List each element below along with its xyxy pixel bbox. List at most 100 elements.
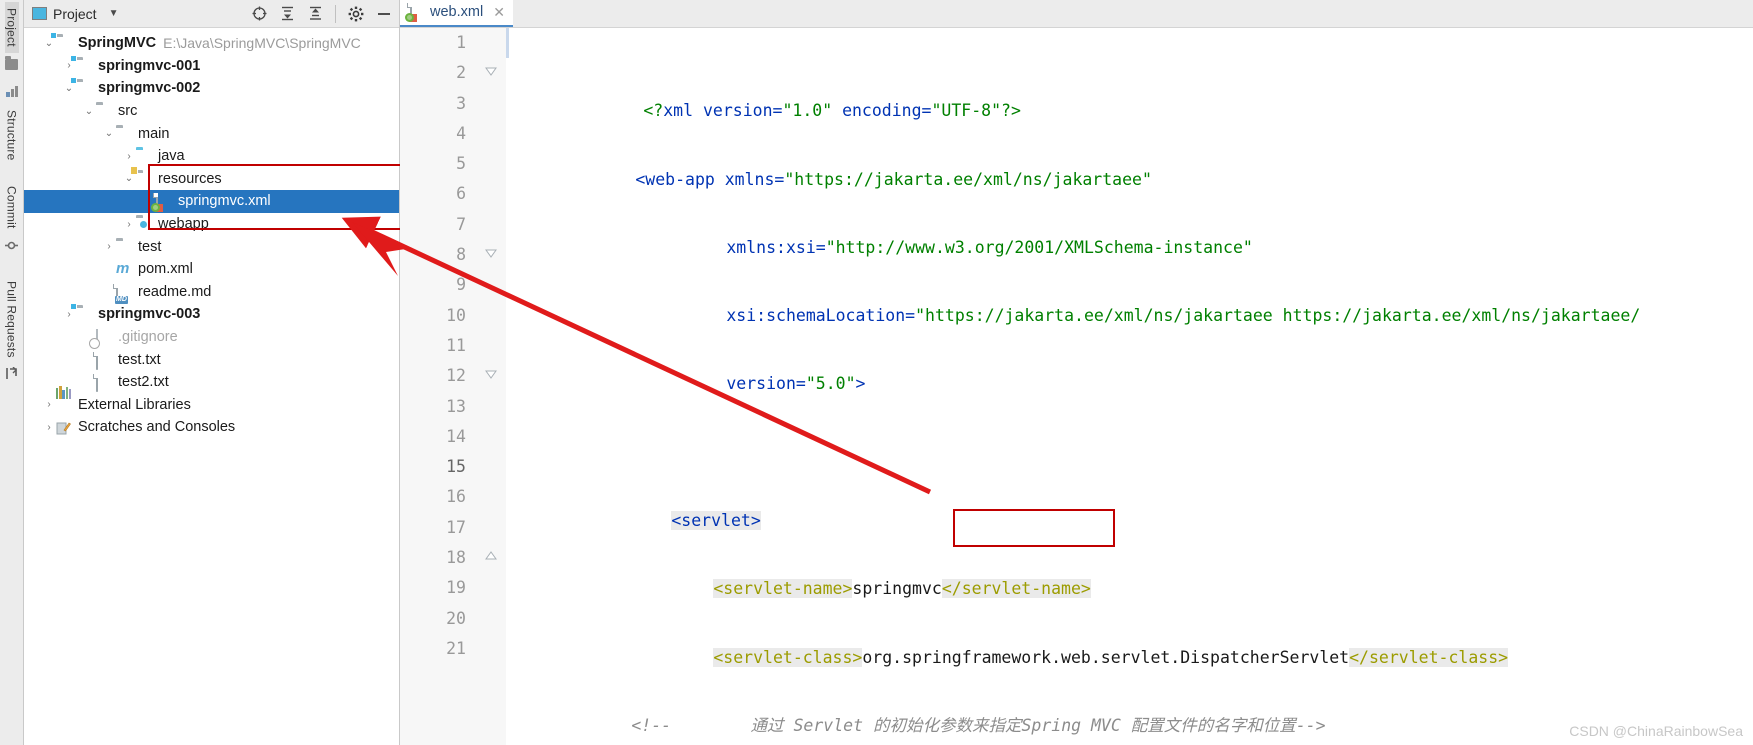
tree-row-springmvc[interactable]: ⌄ SpringMVC E:\Java\SpringMVC\SpringMVC bbox=[24, 32, 399, 55]
hide-panel-icon[interactable] bbox=[373, 3, 395, 25]
code-token: </servlet-name> bbox=[942, 579, 1091, 598]
text-file-icon bbox=[96, 352, 113, 368]
watermark-text: CSDN @ChinaRainbowSea bbox=[1569, 723, 1743, 739]
code-token: <servlet-class> bbox=[713, 648, 862, 667]
code-token: "https://jakarta.ee/xml/ns/jakartaee" bbox=[784, 170, 1152, 189]
fold-marker-line17[interactable] bbox=[484, 549, 498, 568]
project-tree: ⌄ SpringMVC E:\Java\SpringMVC\SpringMVC … bbox=[24, 28, 399, 439]
fold-marker-line11[interactable] bbox=[484, 368, 498, 387]
sidebar-tab-project[interactable]: Project bbox=[5, 2, 19, 53]
code-token: ?> bbox=[1001, 101, 1021, 120]
line-number: 14 bbox=[400, 422, 476, 452]
module-folder-icon bbox=[76, 58, 93, 74]
line-number: 11 bbox=[400, 331, 476, 361]
tree-label: java bbox=[158, 148, 185, 164]
tree-row-springmvc-002[interactable]: ⌄ springmvc-002 bbox=[24, 77, 399, 100]
chevron-down-icon[interactable]: ⌄ bbox=[122, 173, 136, 184]
code-token: springmvc bbox=[852, 579, 941, 598]
code-token: <!-- 通过 Servlet 的初始化参数来指定Spring MVC 配置文件… bbox=[631, 716, 1325, 735]
chevron-down-icon[interactable]: ⌄ bbox=[102, 128, 116, 139]
tree-row-gitignore[interactable]: › .gitignore bbox=[24, 326, 399, 349]
chevron-right-icon[interactable]: › bbox=[42, 422, 56, 433]
tree-label: pom.xml bbox=[138, 261, 193, 277]
project-strip-folder-icon bbox=[5, 59, 18, 70]
tree-label: src bbox=[118, 103, 137, 119]
code-folding-gutter[interactable] bbox=[476, 28, 506, 745]
toolbar-divider bbox=[335, 5, 336, 23]
code-token: xmlns= bbox=[725, 170, 785, 189]
tree-row-java[interactable]: › java bbox=[24, 145, 399, 168]
code-token: version= bbox=[703, 101, 782, 120]
caret-line-marker bbox=[506, 28, 509, 58]
collapse-all-icon[interactable] bbox=[304, 3, 326, 25]
fold-marker-line2[interactable] bbox=[484, 65, 498, 84]
close-icon[interactable]: ✕ bbox=[493, 4, 505, 21]
structure-icon bbox=[6, 84, 18, 102]
tree-row-test-txt[interactable]: › test.txt bbox=[24, 348, 399, 371]
select-opened-file-icon[interactable] bbox=[248, 3, 270, 25]
xml-file-icon bbox=[410, 4, 424, 20]
chevron-right-icon[interactable]: › bbox=[122, 151, 136, 162]
chevron-right-icon[interactable]: › bbox=[122, 219, 136, 230]
tree-row-test2-txt[interactable]: › test2.txt bbox=[24, 371, 399, 394]
editor-tab-web-xml[interactable]: web.xml ✕ bbox=[400, 0, 513, 27]
line-number: 6 bbox=[400, 179, 476, 209]
chevron-down-icon[interactable]: ⌄ bbox=[42, 38, 56, 49]
line-number: 2 bbox=[400, 58, 476, 88]
line-number: 17 bbox=[400, 513, 476, 543]
tree-label: webapp bbox=[158, 216, 209, 232]
code-editor[interactable]: 1 2 3 4 5 6 7 8 9 10 11 12 13 14 15 16 1… bbox=[400, 28, 1753, 745]
code-token: "5.0" bbox=[806, 374, 856, 393]
code-token bbox=[832, 101, 842, 120]
commit-icon bbox=[5, 239, 18, 257]
chevron-right-icon[interactable]: › bbox=[102, 241, 116, 252]
tree-row-springmvc-001[interactable]: › springmvc-001 bbox=[24, 55, 399, 78]
tree-row-main[interactable]: ⌄ main bbox=[24, 122, 399, 145]
tree-row-readme-md[interactable]: › MD readme.md bbox=[24, 281, 399, 304]
chevron-down-icon[interactable]: ⌄ bbox=[82, 106, 96, 117]
text-file-icon bbox=[96, 374, 113, 390]
fold-marker-line7[interactable] bbox=[484, 247, 498, 266]
sidebar-tab-structure[interactable]: Structure bbox=[5, 104, 19, 167]
code-line: <servlet-name>springmvc</servlet-name> bbox=[514, 544, 1753, 574]
tree-label: SpringMVC bbox=[78, 35, 156, 51]
chevron-down-icon[interactable]: ⌄ bbox=[62, 83, 76, 94]
tree-label: External Libraries bbox=[78, 397, 191, 413]
code-token: xmlns:xsi= bbox=[726, 238, 825, 257]
module-folder-icon bbox=[76, 306, 93, 322]
tree-row-springmvc-xml[interactable]: › springmvc.xml bbox=[24, 190, 399, 213]
chevron-down-icon[interactable]: ▼ bbox=[109, 8, 119, 19]
tree-row-pom-xml[interactable]: › m pom.xml bbox=[24, 258, 399, 281]
tree-row-external-libraries[interactable]: › External Libraries bbox=[24, 394, 399, 417]
line-number: 18 bbox=[400, 543, 476, 573]
editor-area: web.xml ✕ 1 2 3 4 5 6 7 8 9 10 11 12 13 … bbox=[400, 0, 1753, 745]
tree-label: springmvc.xml bbox=[178, 193, 271, 209]
expand-all-icon[interactable] bbox=[276, 3, 298, 25]
chevron-right-icon[interactable]: › bbox=[62, 309, 76, 320]
line-number: 15 bbox=[400, 452, 476, 482]
tree-label: .gitignore bbox=[118, 329, 178, 345]
code-text[interactable]: <?xml version="1.0" encoding="UTF-8"?> <… bbox=[506, 28, 1753, 745]
tree-label: test2.txt bbox=[118, 374, 169, 390]
tree-row-springmvc-003[interactable]: › springmvc-003 bbox=[24, 303, 399, 326]
tree-row-test[interactable]: › test bbox=[24, 235, 399, 258]
tree-row-webapp[interactable]: › webapp bbox=[24, 213, 399, 236]
code-line: <servlet> bbox=[514, 476, 1753, 506]
settings-gear-icon[interactable] bbox=[345, 3, 367, 25]
pull-requests-label: Pull Requests bbox=[5, 281, 19, 358]
tree-label: test bbox=[138, 239, 161, 255]
editor-tab-label: web.xml bbox=[430, 4, 483, 20]
tree-row-resources[interactable]: ⌄ resources bbox=[24, 168, 399, 191]
code-annotation-rectangle bbox=[953, 509, 1115, 547]
code-line: <servlet-class>org.springframework.web.s… bbox=[514, 612, 1753, 642]
chevron-right-icon[interactable]: › bbox=[62, 60, 76, 71]
tree-label: readme.md bbox=[138, 284, 211, 300]
line-number: 12 bbox=[400, 361, 476, 391]
chevron-right-icon[interactable]: › bbox=[42, 399, 56, 410]
tree-row-src[interactable]: ⌄ src bbox=[24, 100, 399, 123]
project-panel-title: Project bbox=[53, 6, 97, 22]
sidebar-tab-pull-requests[interactable]: Pull Requests bbox=[5, 275, 19, 364]
tree-row-scratches-and-consoles[interactable]: › Scratches and Consoles bbox=[24, 416, 399, 439]
sidebar-tab-commit[interactable]: Commit bbox=[5, 180, 19, 235]
code-token: org.springframework.web.servlet.Dispatch… bbox=[862, 648, 1349, 667]
